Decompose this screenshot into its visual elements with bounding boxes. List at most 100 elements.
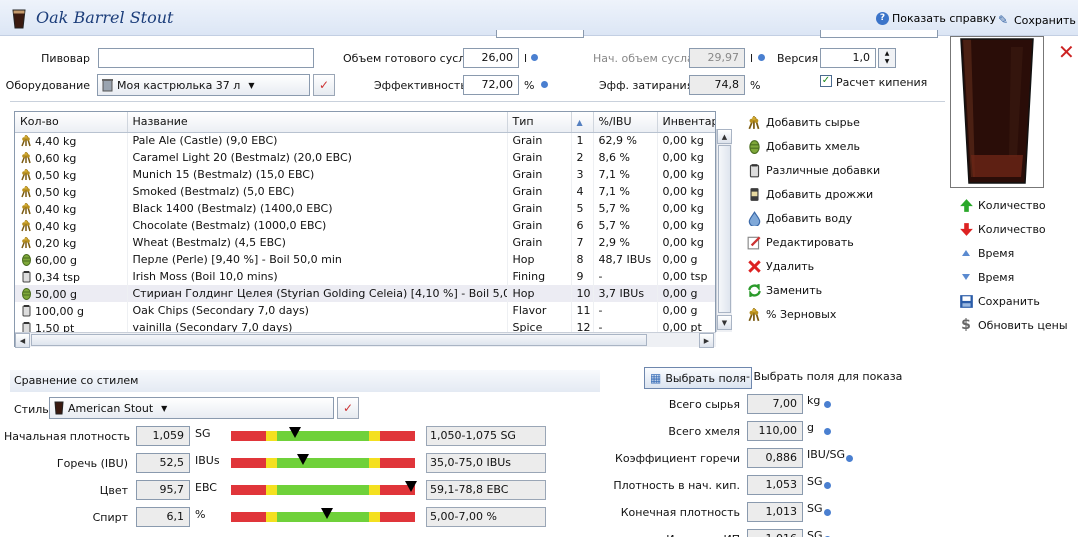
vertical-scrollbar[interactable]: ▲ ▼ — [716, 129, 732, 332]
cell-pct: - — [593, 268, 658, 285]
hscroll-thumb[interactable] — [31, 334, 647, 346]
action-2-button[interactable]: Добавить хмель — [746, 138, 860, 154]
save-to-button[interactable]: ✎ Сохранить к — [995, 12, 1078, 28]
efficiency-info-dot — [541, 81, 548, 88]
table-row[interactable]: 100,00 g Oak Chips (Secondary 7,0 days) Fl… — [15, 302, 715, 319]
action-3-button[interactable]: Различные добавки — [746, 162, 880, 178]
field-label: Плотность в нач. кип. — [613, 479, 740, 492]
table-row[interactable]: 0,60 kg Caramel Light 20 (Bestmalz) (20,0… — [15, 149, 715, 166]
save-to-label: Сохранить к — [1014, 13, 1078, 27]
table-row[interactable]: 0,20 kg Wheat (Bestmalz) (4,5 EBC) Grain 7 2… — [15, 234, 715, 251]
cell-type-text: Grain — [512, 168, 543, 181]
equipment-select[interactable]: Моя кастрюлька 37 л ▼ — [97, 74, 310, 96]
cell-name: Smoked (Bestmalz) (5,0 EBC) — [127, 183, 508, 200]
cell-inventory-text: 0,00 kg — [662, 185, 704, 198]
field-info-dot — [846, 455, 853, 462]
cell-qty: 0,50 kg — [15, 183, 128, 200]
gauge-marker-icon — [296, 454, 309, 465]
brewer-input[interactable] — [98, 48, 314, 68]
cell-order-text: 8 — [576, 253, 584, 266]
help-button[interactable]: ? Показать справку — [876, 12, 996, 25]
style-row-label: Цвет — [99, 484, 128, 497]
help-label: Показать справку — [892, 12, 996, 25]
arrow-up-icon — [958, 197, 974, 213]
action-8-button[interactable]: Заменить — [746, 282, 822, 298]
scroll-up-icon[interactable]: ▲ — [717, 129, 732, 144]
cell-inventory: 0,00 g — [657, 285, 715, 302]
field-unit: SG — [807, 502, 823, 515]
cell-name-text: Pale Ale (Castle) (9,0 EBC) — [132, 134, 278, 148]
vscroll-thumb[interactable] — [718, 145, 731, 313]
col-type[interactable]: Тип — [507, 112, 572, 133]
col-name[interactable]: Название — [127, 112, 508, 133]
field-unit: IBU/SG — [807, 448, 846, 461]
side-action-1-button[interactable]: Количество — [958, 197, 1046, 213]
close-icon[interactable]: ✕ — [1058, 40, 1075, 64]
side-action-2-button[interactable]: Количество — [958, 221, 1046, 237]
cell-inventory: 0,00 kg — [657, 149, 715, 166]
cell-inventory: 0,00 g — [657, 251, 715, 268]
scroll-left-icon[interactable]: ◀ — [15, 333, 30, 348]
side-action-5-button[interactable]: Сохранить — [958, 293, 1040, 309]
action-7-button[interactable]: Удалить — [746, 258, 814, 274]
cell-qty-text: 0,34 tsp — [35, 270, 81, 284]
action-9-button[interactable]: % Зерновых — [746, 306, 836, 322]
action-1-button[interactable]: Добавить сырье — [746, 114, 860, 130]
field-unit: kg — [807, 394, 821, 407]
action-5-button[interactable]: Добавить воду — [746, 210, 852, 226]
cell-type-text: Grain — [512, 236, 543, 249]
mash-eff-unit: % — [750, 79, 761, 92]
magic-wand-icon: ✓ — [318, 78, 330, 92]
batch-volume-info-dot — [531, 54, 538, 61]
side-action-6-button[interactable]: $ Обновить цены — [958, 317, 1067, 333]
style-edit-button[interactable]: ✓ — [337, 397, 359, 419]
hop-icon — [20, 253, 35, 267]
col-inventory[interactable]: Инвентар — [657, 112, 715, 133]
equipment-value: Моя кастрюлька 37 л — [117, 78, 241, 92]
cell-name: Перле (Perle) [9,40 %] - Boil 50,0 min — [127, 251, 508, 268]
field-value: 1,016 — [747, 529, 803, 537]
efficiency-label: Эффективность — [374, 79, 467, 92]
table-row[interactable]: 50,00 g Стириан Голдинг Целея (Styrian Go… — [15, 285, 715, 302]
table-row[interactable]: 0,50 kg Munich 15 (Bestmalz) (15,0 EBC) Gr… — [15, 166, 715, 183]
table-row[interactable]: 0,40 kg Chocolate (Bestmalz) (1000,0 EBC)… — [15, 217, 715, 234]
table-row[interactable]: 0,40 kg Black 1400 (Bestmalz) (1400,0 EBC… — [15, 200, 715, 217]
equipment-edit-button[interactable]: ✓ — [313, 74, 335, 96]
choose-fields-button[interactable]: ▦ Выбрать поля — [644, 367, 753, 389]
table-row[interactable]: 0,34 tsp Irish Moss (Boil 10,0 mins) Finin… — [15, 268, 715, 285]
cell-pct-text: 48,7 IBUs — [598, 253, 652, 266]
table-row[interactable]: 4,40 kg Pale Ale (Castle) (9,0 EBC) Grain 1… — [15, 132, 715, 149]
field-unit: SG — [807, 529, 823, 537]
stepper-up-icon: ▲ — [884, 50, 890, 57]
horizontal-scrollbar[interactable]: ◀ ▶ — [15, 332, 716, 348]
version-stepper[interactable]: ▲ ▼ — [878, 48, 896, 68]
scroll-down-icon[interactable]: ▼ — [717, 315, 732, 330]
style-row-unit: IBUs — [195, 454, 220, 467]
side-action-4-button[interactable]: Время — [958, 269, 1014, 285]
calc-boil-checkbox[interactable]: ✓ — [820, 75, 832, 87]
action-6-button[interactable]: Редактировать — [746, 234, 854, 250]
action-4-button[interactable]: Добавить дрожжи — [746, 186, 873, 202]
scroll-right-icon[interactable]: ▶ — [699, 333, 714, 348]
cell-pct: 7,1 % — [593, 183, 658, 200]
col-qty[interactable]: Кол-во — [15, 112, 128, 133]
col-pct[interactable]: %/IBU — [593, 112, 658, 133]
side-action-3-button[interactable]: Время — [958, 245, 1014, 261]
cell-qty-text: 100,00 g — [35, 304, 84, 318]
style-section-title: Сравнение со стилем — [14, 374, 139, 387]
version-input[interactable]: 1,0 — [820, 48, 876, 68]
cell-name: Pale Ale (Castle) (9,0 EBC) — [127, 132, 508, 149]
col-order[interactable]: ▲ — [571, 112, 594, 133]
efficiency-input[interactable]: 72,00 — [463, 75, 519, 95]
table-row[interactable]: 0,50 kg Smoked (Bestmalz) (5,0 EBC) Grain 4… — [15, 183, 715, 200]
table-row[interactable]: 60,00 g Перле (Perle) [9,40 %] - Boil 50,… — [15, 251, 715, 268]
cell-name-text: Стириан Голдинг Целея (Styrian Golding C… — [132, 287, 507, 300]
cell-qty-text: 4,40 kg — [35, 134, 77, 148]
gauge-segment — [265, 485, 277, 495]
batch-volume-input[interactable]: 26,00 — [463, 48, 519, 68]
cell-type-text: Grain — [512, 202, 543, 215]
cell-order-text: 3 — [576, 168, 584, 181]
table-header: Кол-во Название Тип ▲ %/IBU Инвентар — [15, 112, 715, 133]
cell-inventory-text: 0,00 kg — [662, 236, 704, 249]
style-select[interactable]: American Stout ▼ — [49, 397, 334, 419]
